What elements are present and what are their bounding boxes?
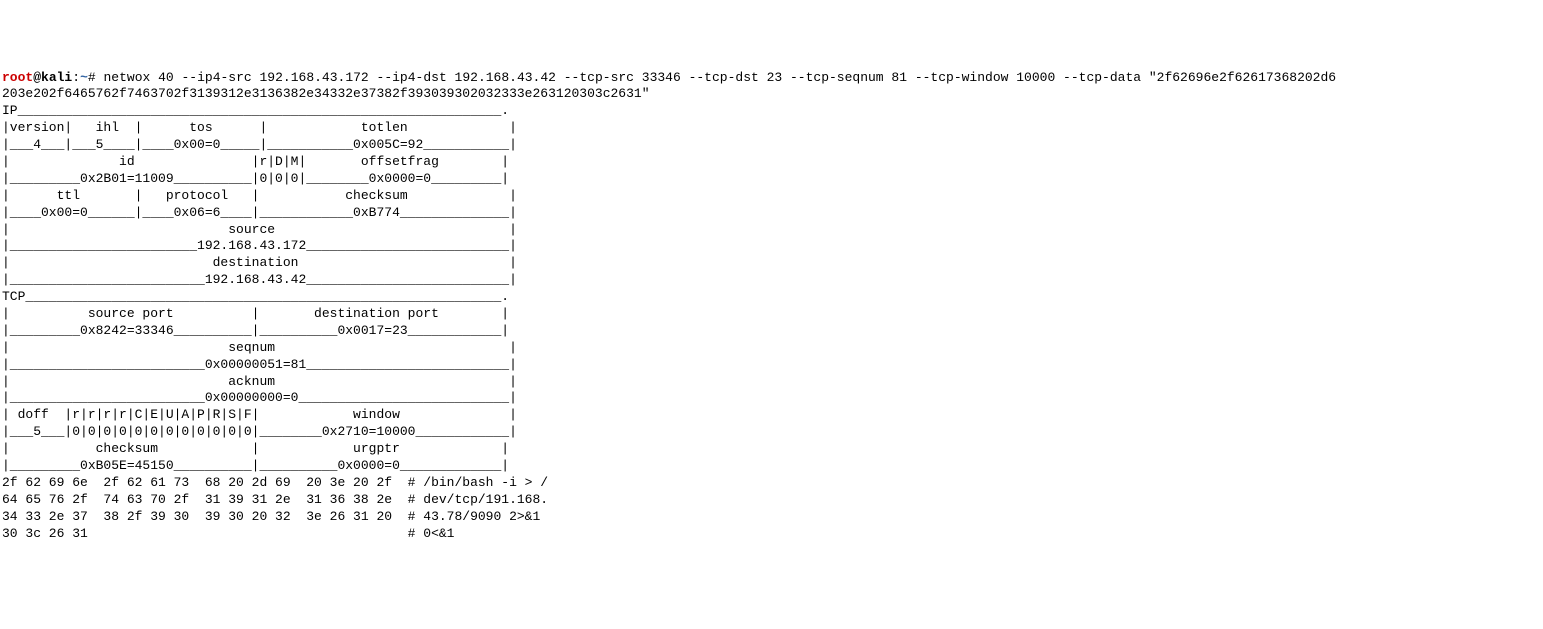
ip-version-values: |___4___|___5____|____0x00=0_____|______…	[2, 137, 1541, 154]
prompt-user: root	[2, 70, 33, 85]
command-text: netwox 40 --ip4-src 192.168.43.172 --ip4…	[103, 70, 1336, 85]
tcp-flags-values: |___5___|0|0|0|0|0|0|0|0|0|0|0|0|_______…	[2, 424, 1541, 441]
ip-header-line: IP______________________________________…	[2, 103, 1541, 120]
ip-source-label: | source |	[2, 222, 1541, 239]
tcp-flags-labels: | doff |r|r|r|r|C|E|U|A|P|R|S|F| window …	[2, 407, 1541, 424]
ip-ttl-values: |____0x00=0______|____0x06=6____|_______…	[2, 205, 1541, 222]
prompt-colon: :	[72, 70, 80, 85]
tcp-header-line: TCP_____________________________________…	[2, 289, 1541, 306]
tcp-seqnum-value: |_________________________0x00000051=81_…	[2, 357, 1541, 374]
hex-dump-line-1: 2f 62 69 6e 2f 62 61 73 68 20 2d 69 20 3…	[2, 475, 1541, 492]
ip-id-values: |_________0x2B01=11009__________|0|0|0|_…	[2, 171, 1541, 188]
command-line[interactable]: root@kali:~# netwox 40 --ip4-src 192.168…	[2, 70, 1541, 87]
tcp-checksum-values: |_________0xB05E=45150__________|_______…	[2, 458, 1541, 475]
prompt-at: @	[33, 70, 41, 85]
ip-id-labels: | id |r|D|M| offsetfrag |	[2, 154, 1541, 171]
ip-dest-value: |_________________________192.168.43.42_…	[2, 272, 1541, 289]
tcp-acknum-value: |_________________________0x00000000=0__…	[2, 390, 1541, 407]
prompt-symbol: #	[88, 70, 104, 85]
tcp-ports-values: |_________0x8242=33346__________|_______…	[2, 323, 1541, 340]
tcp-checksum-labels: | checksum | urgptr |	[2, 441, 1541, 458]
tcp-acknum-label: | acknum |	[2, 374, 1541, 391]
hex-dump-line-4: 30 3c 26 31 # 0<&1	[2, 526, 1541, 543]
prompt-host: kali	[41, 70, 72, 85]
ip-source-value: |________________________192.168.43.172_…	[2, 238, 1541, 255]
hex-dump-line-3: 34 33 2e 37 38 2f 39 30 39 30 20 32 3e 2…	[2, 509, 1541, 526]
command-continuation: 203e202f6465762f7463702f3139312e3136382e…	[2, 86, 1541, 103]
ip-ttl-labels: | ttl | protocol | checksum |	[2, 188, 1541, 205]
terminal-output: root@kali:~# netwox 40 --ip4-src 192.168…	[2, 70, 1541, 543]
tcp-ports-labels: | source port | destination port |	[2, 306, 1541, 323]
ip-version-labels: |version| ihl | tos | totlen |	[2, 120, 1541, 137]
prompt-path: ~	[80, 70, 88, 85]
tcp-seqnum-label: | seqnum |	[2, 340, 1541, 357]
hex-dump-line-2: 64 65 76 2f 74 63 70 2f 31 39 31 2e 31 3…	[2, 492, 1541, 509]
ip-dest-label: | destination |	[2, 255, 1541, 272]
